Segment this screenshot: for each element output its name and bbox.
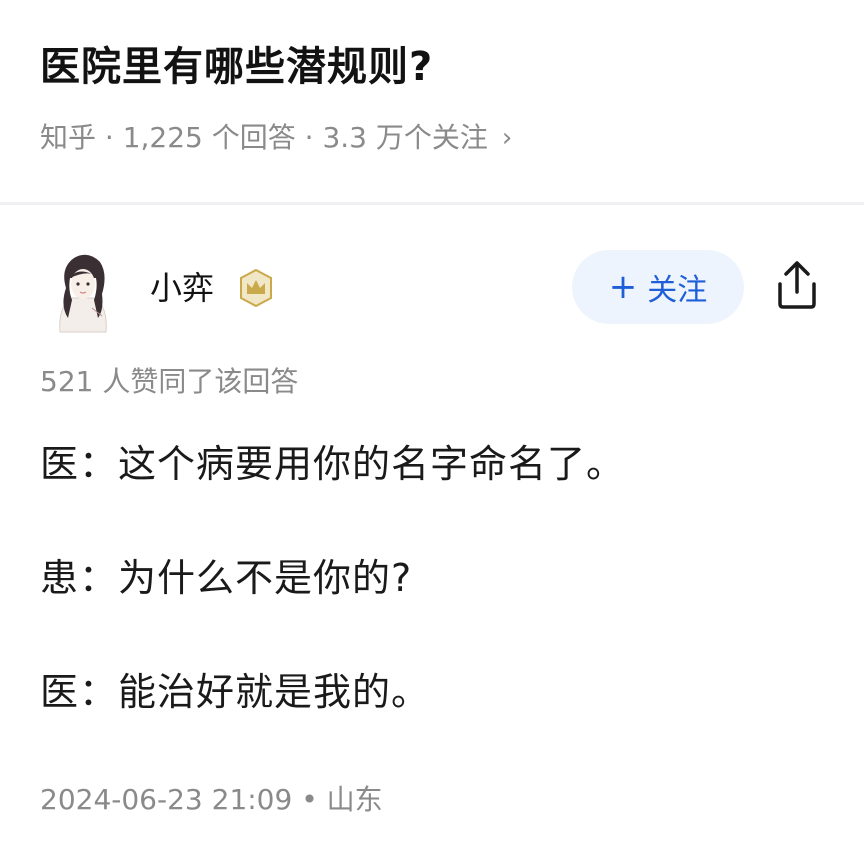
author-row: 小弈 + 关注 <box>0 240 864 340</box>
chevron-right-icon: › <box>501 123 513 153</box>
question-title[interactable]: 医院里有哪些潜规则? <box>40 40 433 94</box>
answer-page: 医院里有哪些潜规则? 知乎 · 1,225 个回答 · 3.3 万个关注 › 小… <box>0 0 864 841</box>
author-name[interactable]: 小弈 <box>150 266 214 310</box>
avatar[interactable] <box>48 248 118 334</box>
share-icon[interactable] <box>774 260 820 310</box>
answer-timestamp-location: 2024-06-23 21:09 • 山东 <box>40 783 383 816</box>
section-divider <box>0 202 864 205</box>
answer-line: 患：为什么不是你的? <box>40 556 413 600</box>
answer-line: 医：能治好就是我的。 <box>40 670 431 714</box>
answer-line: 医：这个病要用你的名字命名了。 <box>40 442 626 486</box>
follow-button[interactable]: + 关注 <box>572 250 744 324</box>
plus-icon: + <box>608 267 638 307</box>
crown-badge-icon[interactable] <box>236 268 276 308</box>
question-stats: 知乎 · 1,225 个回答 · 3.3 万个关注 <box>40 121 488 154</box>
question-meta[interactable]: 知乎 · 1,225 个回答 · 3.3 万个关注 › <box>40 118 512 158</box>
vote-count: 521 人赞同了该回答 <box>40 365 299 398</box>
follow-label: 关注 <box>647 273 708 308</box>
